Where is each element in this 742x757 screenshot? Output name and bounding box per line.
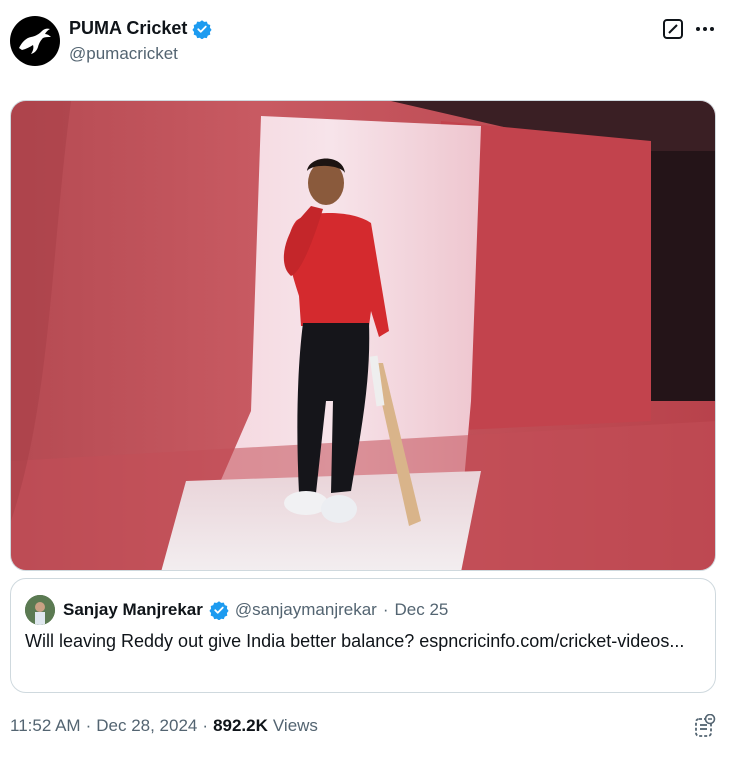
post-header: PUMA Cricket @pumacricket [10,14,742,70]
quoted-author-avatar[interactable] [25,595,55,625]
post-photo[interactable] [10,100,716,571]
verified-badge-icon [192,19,212,39]
quoted-author-handle[interactable]: @sanjaymanjrekar [235,600,377,620]
quoted-post[interactable]: Sanjay Manjrekar @sanjaymanjrekar · Dec … [10,578,716,693]
author-avatar[interactable] [10,16,60,66]
author-name-row: PUMA Cricket [69,18,212,39]
author-handle[interactable]: @pumacricket [69,44,178,64]
photo-image [11,101,715,570]
meta-separator: · [85,716,92,735]
post-time[interactable]: 11:52 AM [10,716,81,736]
quoted-post-date[interactable]: Dec 25 [395,600,449,620]
author-display-name[interactable]: PUMA Cricket [69,18,187,39]
puma-logo-icon [19,28,51,54]
views-label: Views [272,716,318,735]
more-options-icon[interactable] [692,18,718,40]
views-count: 892.2K [213,716,268,735]
quoted-author-display-name[interactable]: Sanjay Manjrekar [63,600,203,620]
grok-icon[interactable] [662,18,684,40]
meta-separator: · [202,716,209,735]
quoted-separator: · [382,600,389,619]
quoted-post-text: Will leaving Reddy out give India better… [25,631,685,651]
post-date[interactable]: Dec 28, 2024 [96,716,197,736]
verified-badge-icon [209,601,229,620]
quoted-post-header: Sanjay Manjrekar @sanjaymanjrekar · Dec … [25,595,448,625]
post-analytics-icon[interactable] [694,714,716,738]
post-meta: 11:52 AM · Dec 28, 2024 · 892.2K Views [10,716,318,736]
